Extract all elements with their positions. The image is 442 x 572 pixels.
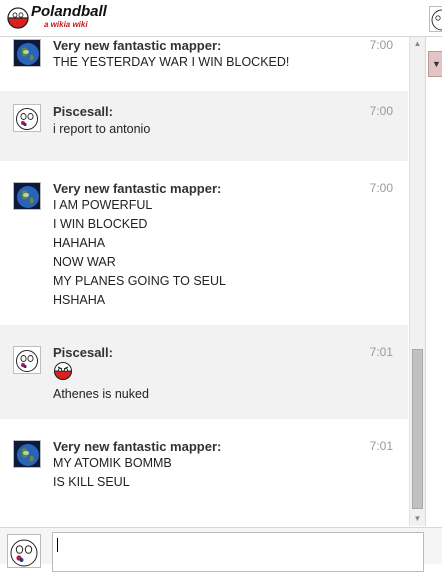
earth-icon [14, 183, 40, 209]
message-username[interactable]: Very new fantastic mapper: [53, 439, 221, 454]
wiki-subtitle: a wikia wiki [44, 20, 88, 29]
message-body: Athenes is nuked [53, 385, 149, 404]
earth-avatar[interactable] [13, 39, 41, 67]
earth-avatar[interactable] [13, 182, 41, 210]
chat-message: Piscesall: 7:00 i report to antonio [0, 91, 408, 161]
message-line: MY PLANES GOING TO SEUL [53, 274, 226, 288]
korea-ball-icon [16, 350, 38, 372]
message-line: I WIN BLOCKED [53, 217, 148, 231]
chat-scrollbar[interactable]: ▲ ▼ [409, 37, 425, 526]
korea-ball-avatar[interactable] [13, 104, 41, 132]
chat-message-list[interactable]: Very new fantastic mapper: 7:00 THE YEST… [0, 37, 408, 526]
message-username[interactable]: Very new fantastic mapper: [53, 181, 221, 196]
korea-ball-avatar[interactable] [13, 346, 41, 374]
earth-icon [14, 40, 40, 66]
message-timestamp: 7:00 [369, 181, 393, 195]
polandball-logo-icon[interactable] [7, 7, 29, 29]
earth-avatar[interactable] [13, 440, 41, 468]
message-body: I AM POWERFUL I WIN BLOCKED HAHAHA NOW W… [53, 196, 226, 310]
korea-ball-icon [10, 539, 38, 567]
message-line: I AM POWERFUL [53, 198, 153, 212]
angry-polandball-emoticon-icon [53, 362, 73, 380]
korea-ball-icon [431, 9, 442, 31]
text-caret [57, 538, 58, 552]
chat-message: Very new fantastic mapper: 7:00 THE YEST… [0, 37, 408, 81]
message-line: THE YESTERDAY WAR I WIN BLOCKED! [53, 55, 290, 69]
wiki-header: Polandball a wikia wiki [0, 0, 442, 37]
expand-dropdown-button[interactable]: ▼ [428, 51, 442, 77]
message-line: HSHAHA [53, 293, 106, 307]
wiki-title[interactable]: Polandball [31, 3, 107, 20]
message-line: Athenes is nuked [53, 387, 149, 401]
message-line: i report to antonio [53, 122, 151, 136]
message-body: MY ATOMIK BOMMB IS KILL SEUL [53, 454, 172, 492]
chat-input-bar [0, 527, 442, 572]
user-avatar[interactable] [429, 6, 442, 32]
message-line: MY ATOMIK BOMMB [53, 456, 172, 470]
message-timestamp: 7:01 [369, 345, 393, 359]
scroll-up-arrow-icon[interactable]: ▲ [410, 37, 425, 51]
chat-message: Piscesall: 7:01 Athenes is nuked [0, 325, 408, 419]
scrollbar-thumb[interactable] [412, 349, 423, 509]
message-username[interactable]: Very new fantastic mapper: [53, 38, 221, 53]
korea-ball-icon [16, 108, 38, 130]
message-line: HAHAHA [53, 236, 106, 250]
chat-message: Very new fantastic mapper: 7:00 I AM POW… [0, 161, 408, 325]
message-line: IS KILL SEUL [53, 475, 130, 489]
message-line: NOW WAR [53, 255, 116, 269]
earth-icon [14, 441, 40, 467]
message-timestamp: 7:00 [369, 104, 393, 118]
message-body: i report to antonio [53, 120, 150, 139]
chat-message-input[interactable] [52, 532, 424, 572]
chat-message: Very new fantastic mapper: 7:01 MY ATOMI… [0, 419, 408, 526]
message-body: THE YESTERDAY WAR I WIN BLOCKED! [53, 53, 289, 72]
message-timestamp: 7:00 [369, 38, 393, 52]
message-username[interactable]: Piscesall: [53, 345, 113, 360]
scroll-down-arrow-icon[interactable]: ▼ [410, 512, 425, 526]
message-username[interactable]: Piscesall: [53, 104, 113, 119]
user-list-panel: ▼ [425, 37, 442, 526]
message-timestamp: 7:01 [369, 439, 393, 453]
